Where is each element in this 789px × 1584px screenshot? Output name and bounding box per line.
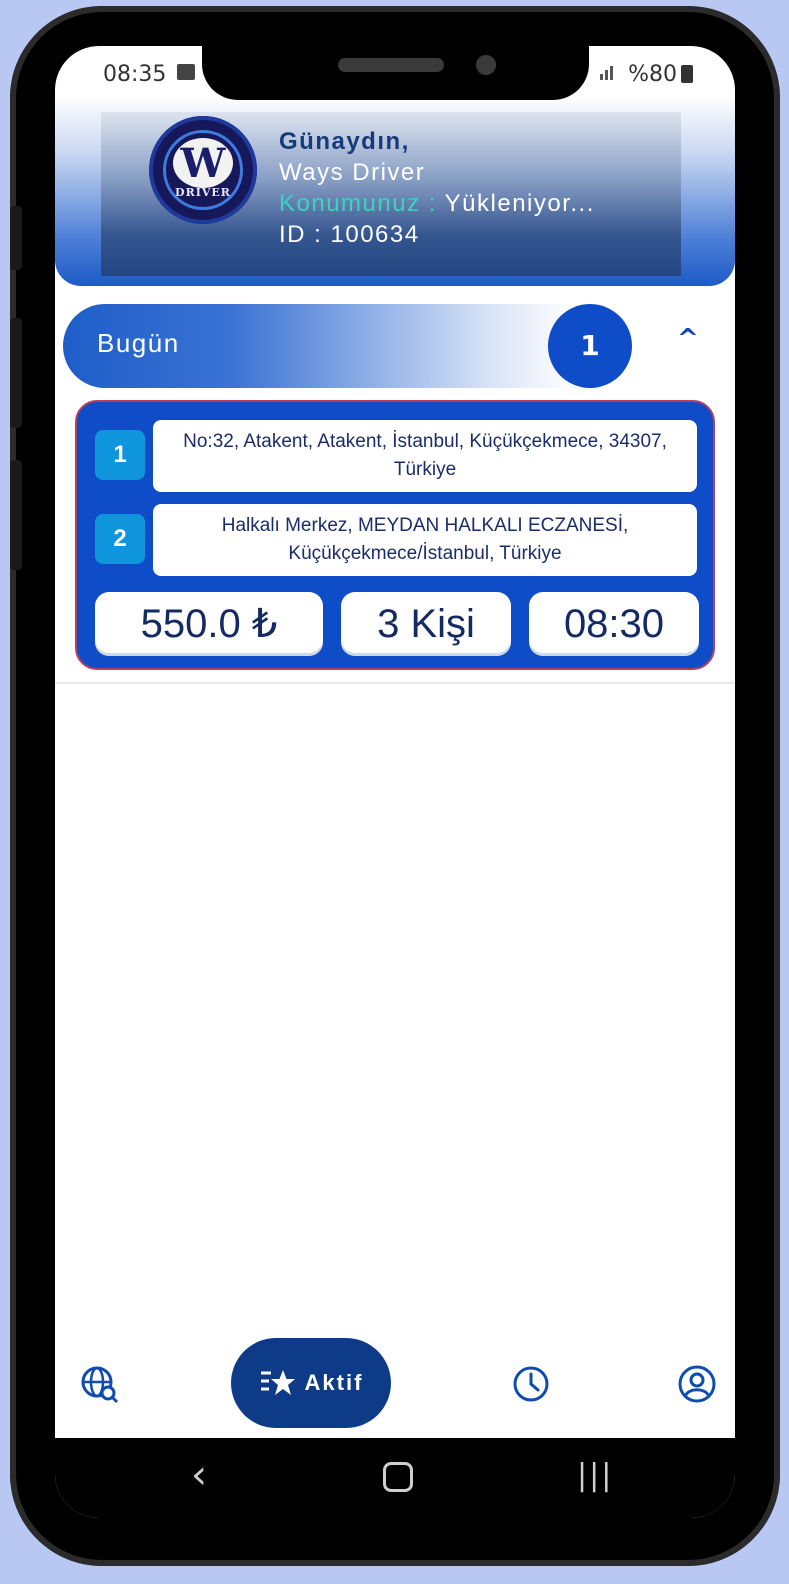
today-count-badge: 1 bbox=[548, 304, 632, 388]
battery-icon bbox=[681, 65, 693, 83]
app-screen: 08:35 %80 W DRIVER Günaydın, Ways Driver… bbox=[55, 46, 735, 1518]
back-icon[interactable]: ‹ bbox=[191, 1452, 207, 1498]
volume-down-button bbox=[10, 318, 22, 428]
app-logo: W DRIVER bbox=[149, 116, 257, 224]
driver-header-card: W DRIVER Günaydın, Ways Driver Konumunuz… bbox=[101, 112, 681, 276]
driver-name: Ways Driver bbox=[279, 159, 426, 186]
status-time: 08:35 bbox=[103, 62, 167, 87]
location-value: Yükleniyor... bbox=[444, 190, 595, 217]
recent-apps-icon[interactable]: ||| bbox=[577, 1458, 613, 1493]
stop-number-2: 2 bbox=[95, 514, 145, 564]
list-divider bbox=[55, 682, 735, 684]
ride-price: 550.0 ₺ bbox=[95, 592, 323, 656]
globe-search-icon[interactable] bbox=[79, 1364, 119, 1404]
chevron-up-icon[interactable]: ^ bbox=[677, 324, 699, 354]
active-tab-label: Aktif bbox=[304, 1370, 364, 1395]
image-notification-icon bbox=[177, 64, 195, 80]
volume-button bbox=[10, 206, 22, 270]
stop-address-1: No:32, Atakent, Atakent, İstanbul, Küçük… bbox=[153, 420, 697, 492]
profile-icon[interactable] bbox=[677, 1364, 717, 1404]
system-navigation-bar: ‹ ||| bbox=[55, 1438, 735, 1518]
battery-indicator: %80 bbox=[628, 62, 693, 87]
today-label: Bugün bbox=[97, 328, 180, 358]
star-list-icon bbox=[260, 1370, 295, 1395]
active-tab-button[interactable]: Aktif bbox=[231, 1338, 391, 1428]
power-button bbox=[10, 460, 22, 570]
stop-number-1: 1 bbox=[95, 430, 145, 480]
location-label: Konumunuz : bbox=[279, 190, 437, 217]
ride-passengers: 3 Kişi bbox=[341, 592, 511, 656]
driver-id: ID : 100634 bbox=[279, 221, 420, 248]
clock-icon[interactable] bbox=[511, 1364, 551, 1404]
today-section-header[interactable]: Bugün 1 bbox=[63, 304, 632, 388]
notch bbox=[202, 46, 589, 100]
greeting: Günaydın, bbox=[279, 128, 410, 155]
signal-icon bbox=[600, 66, 613, 80]
ride-card[interactable]: 1 No:32, Atakent, Atakent, İstanbul, Küç… bbox=[75, 400, 715, 670]
logo-letter: W bbox=[173, 138, 233, 188]
ride-time: 08:30 bbox=[529, 592, 699, 656]
logo-text: DRIVER bbox=[175, 186, 231, 199]
battery-text: %80 bbox=[628, 62, 677, 87]
stop-address-2: Halkalı Merkez, MEYDAN HALKALI ECZANESİ,… bbox=[153, 504, 697, 576]
home-icon[interactable] bbox=[383, 1462, 413, 1492]
